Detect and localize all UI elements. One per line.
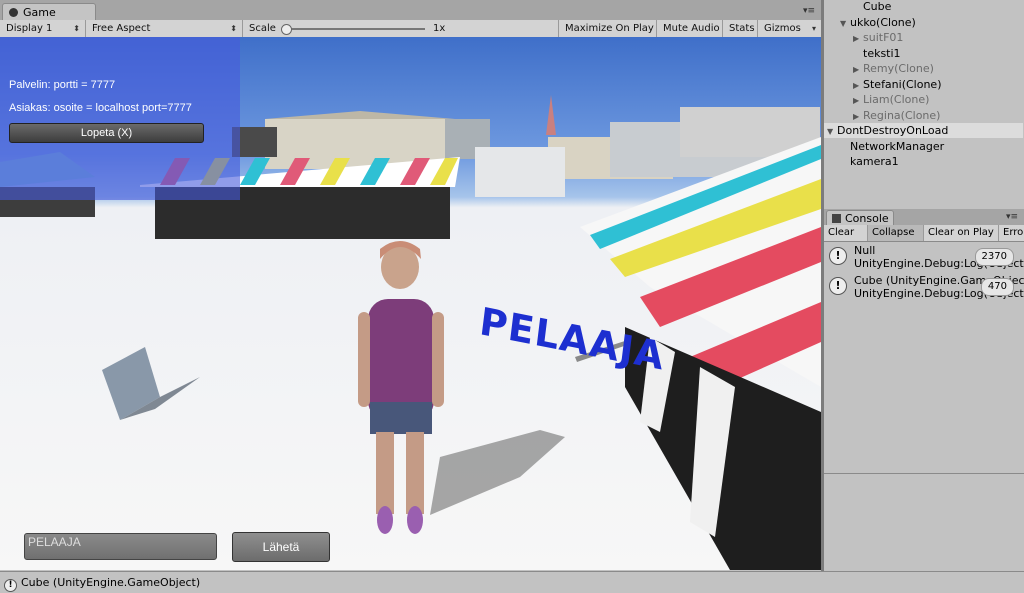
status-message: Cube (UnityEngine.GameObject) bbox=[21, 576, 201, 589]
log-count-badge: 470 bbox=[980, 278, 1014, 296]
status-bar[interactable]: ! Cube (UnityEngine.GameObject) bbox=[0, 571, 1024, 593]
dropdown-arrow-icon: ⬍ bbox=[230, 24, 237, 33]
dropdown-arrow-icon: ⬍ bbox=[73, 24, 80, 33]
hierarchy-panel: Cube ▼ ukko(Clone) ▶ suitF01 teksti1 ▶ Remy(Clo… bbox=[824, 0, 1024, 207]
panel-menu-icon[interactable]: ▾≡ bbox=[1006, 212, 1018, 222]
hierarchy-item-label: Stefani(Clone) bbox=[863, 77, 942, 91]
hierarchy-item-label: suitF01 bbox=[863, 31, 904, 44]
scale-label: Scale bbox=[249, 23, 276, 34]
hierarchy-item[interactable]: ▶ Remy(Clone) bbox=[853, 61, 934, 76]
stats-label: Stats bbox=[729, 23, 755, 34]
hierarchy-item[interactable]: ▼ ukko(Clone) bbox=[840, 15, 916, 30]
clear-on-play-toggle[interactable]: Clear on Play bbox=[924, 225, 999, 241]
console-tab[interactable]: Console bbox=[826, 210, 894, 226]
hierarchy-item[interactable]: ▶ suitF01 bbox=[853, 30, 903, 45]
dropdown-arrow-icon: ▾ bbox=[811, 24, 816, 33]
mute-audio-button[interactable]: Mute Audio bbox=[657, 20, 723, 37]
log-count-badge: 2370 bbox=[974, 248, 1014, 266]
scale-slider-track[interactable] bbox=[285, 28, 425, 30]
hierarchy-item-label: Cube bbox=[863, 0, 892, 13]
client-status-text: Asiakas: osoite = localhost port=7777 bbox=[9, 102, 192, 114]
console-icon bbox=[832, 214, 841, 223]
info-icon: ! bbox=[4, 579, 17, 592]
hierarchy-item[interactable]: kamera1 bbox=[840, 154, 899, 169]
stats-button[interactable]: Stats bbox=[723, 20, 758, 37]
hierarchy-item-label: DontDestroyOnLoad bbox=[837, 124, 949, 137]
expand-arrow-icon[interactable]: ▼ bbox=[827, 124, 837, 139]
expand-arrow-icon[interactable]: ▶ bbox=[853, 62, 863, 77]
hierarchy-item-label: Regina(Clone) bbox=[863, 108, 941, 122]
mute-label: Mute Audio bbox=[663, 23, 720, 34]
aspect-dropdown[interactable]: Free Aspect ⬍ bbox=[86, 20, 243, 37]
info-icon: ! bbox=[829, 247, 847, 265]
console-detail-pane bbox=[824, 473, 1024, 571]
expand-arrow-icon[interactable]: ▼ bbox=[840, 16, 850, 31]
collapse-toggle[interactable]: Collapse bbox=[868, 225, 924, 241]
log-message: Null bbox=[854, 244, 876, 257]
game-tab-strip: Game ▾≡ bbox=[0, 0, 821, 21]
console-tab-strip: Console ▾≡ bbox=[824, 209, 1024, 226]
hierarchy-item-label: Liam(Clone) bbox=[863, 93, 930, 106]
hierarchy-item[interactable]: NetworkManager bbox=[840, 139, 944, 154]
game-icon bbox=[9, 8, 18, 17]
log-entry[interactable]: ! Null UnityEngine.Debug:Log(Object) 237… bbox=[824, 242, 1024, 272]
building-roof bbox=[265, 111, 455, 119]
game-tab[interactable]: Game bbox=[2, 3, 96, 21]
player-name-input[interactable]: PELAAJA bbox=[24, 533, 217, 560]
game-viewport[interactable]: PELAAJA Palvelin: portti = 7777 Asiakas:… bbox=[0, 37, 821, 570]
log-entry[interactable]: ! Cube (UnityEngine.GameObject) UnityEng… bbox=[824, 272, 1024, 302]
error-pause-toggle[interactable]: Erro bbox=[999, 225, 1024, 241]
hierarchy-item-label: teksti1 bbox=[863, 46, 901, 60]
player-shadow bbox=[430, 430, 565, 515]
scale-value: 1x bbox=[433, 23, 446, 34]
game-tab-label: Game bbox=[23, 6, 56, 19]
clear-button[interactable]: Clear bbox=[824, 225, 868, 241]
hierarchy-item[interactable]: ▶ Liam(Clone) bbox=[853, 92, 929, 107]
scale-slider-handle[interactable] bbox=[281, 24, 292, 35]
gizmos-dropdown[interactable]: Gizmos ▾ bbox=[758, 20, 821, 37]
send-button[interactable]: Lähetä bbox=[232, 532, 330, 562]
display-dropdown[interactable]: Display 1 ⬍ bbox=[0, 20, 86, 37]
kiosk bbox=[475, 147, 565, 197]
aspect-label: Free Aspect bbox=[92, 23, 151, 34]
player-character bbox=[358, 241, 444, 534]
expand-arrow-icon[interactable]: ▶ bbox=[853, 78, 863, 93]
expand-arrow-icon[interactable]: ▶ bbox=[853, 31, 863, 46]
hierarchy-item-label: ukko(Clone) bbox=[850, 15, 916, 29]
info-icon: ! bbox=[829, 277, 847, 295]
hierarchy-item[interactable]: ▶ Stefani(Clone) bbox=[853, 77, 942, 92]
server-status-text: Palvelin: portti = 7777 bbox=[9, 79, 116, 91]
hierarchy-item[interactable]: teksti1 bbox=[853, 46, 901, 61]
network-gui-panel: Palvelin: portti = 7777 Asiakas: osoite … bbox=[0, 37, 240, 200]
hierarchy-item-label: kamera1 bbox=[850, 155, 899, 168]
panel-menu-icon[interactable]: ▾≡ bbox=[803, 6, 815, 16]
game-toolbar: Display 1 ⬍ Free Aspect ⬍ Scale 1x Maximize… bbox=[0, 20, 821, 38]
hierarchy-item[interactable]: ▶ Regina(Clone) bbox=[853, 108, 940, 123]
display-label: Display 1 bbox=[6, 23, 53, 34]
maximize-on-play-button[interactable]: Maximize On Play bbox=[559, 20, 657, 37]
expand-arrow-icon[interactable]: ▶ bbox=[853, 109, 863, 124]
gizmos-label: Gizmos bbox=[764, 23, 801, 34]
console-toolbar: Clear Collapse Clear on Play Erro bbox=[824, 225, 1024, 242]
console-tab-label: Console bbox=[845, 212, 889, 225]
hierarchy-item[interactable]: ▼ DontDestroyOnLoad bbox=[824, 123, 1023, 138]
hierarchy-item[interactable]: Cube bbox=[853, 0, 891, 14]
church-spire bbox=[546, 95, 556, 135]
hierarchy-item-label: Remy(Clone) bbox=[863, 62, 934, 75]
hierarchy-item-label: NetworkManager bbox=[850, 139, 945, 153]
expand-arrow-icon[interactable]: ▶ bbox=[853, 93, 863, 108]
stop-button[interactable]: Lopeta (X) bbox=[9, 123, 204, 143]
maximize-label: Maximize On Play bbox=[565, 23, 654, 34]
